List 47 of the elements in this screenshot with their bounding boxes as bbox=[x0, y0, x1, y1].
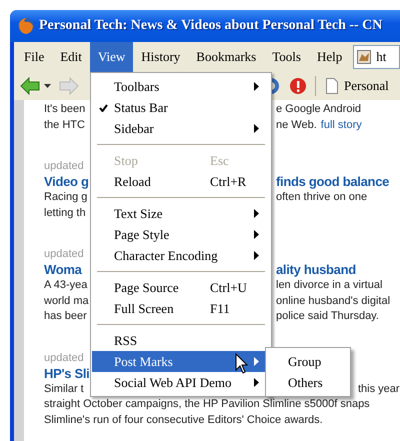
body-text: straight October campaigns, the HP Pavilion Slimline s5000f snaps bbox=[44, 397, 370, 412]
menu-item[interactable]: Text Size bbox=[92, 203, 270, 224]
body-text: world ma bbox=[44, 294, 90, 308]
menu-item[interactable]: RSS bbox=[92, 330, 270, 351]
bookmark-link[interactable]: Personal bbox=[344, 78, 389, 94]
body-text: ne Web. bbox=[276, 118, 317, 132]
timestamp-label: updated bbox=[44, 247, 85, 261]
address-field[interactable]: ht bbox=[353, 45, 400, 69]
headline-link[interactable]: HP's Sli bbox=[44, 364, 90, 382]
menu-item[interactable]: Page Source Ctrl+U bbox=[92, 277, 270, 298]
full-story-link[interactable]: full story bbox=[320, 118, 362, 133]
menu-bar-item[interactable]: Tools bbox=[264, 42, 309, 72]
headline-link[interactable]: Woma bbox=[44, 261, 90, 278]
menu-item[interactable]: Page Style bbox=[92, 224, 270, 245]
menu-item[interactable]: Full Screen F11 bbox=[92, 298, 270, 319]
menu-item[interactable]: Reload Ctrl+R bbox=[92, 171, 270, 192]
body-text: Similar t bbox=[44, 382, 85, 396]
body-text: police said Thursday. bbox=[276, 309, 379, 324]
body-text: Racing g bbox=[44, 190, 88, 205]
headline-link[interactable]: ality husband bbox=[276, 261, 356, 278]
body-text: letting th bbox=[44, 206, 87, 220]
body-text: It's been bbox=[44, 102, 86, 117]
body-text: len divorce in a virtual bbox=[276, 278, 382, 293]
headline-link[interactable]: Video g bbox=[44, 173, 90, 190]
body-text: the HTC bbox=[44, 118, 86, 132]
timestamp-label: updated bbox=[44, 350, 85, 364]
menu-item[interactable]: Status Bar bbox=[92, 97, 270, 118]
menu-item[interactable]: Sidebar bbox=[92, 118, 270, 139]
menu-item[interactable]: Others bbox=[266, 372, 350, 393]
body-text: e Google Android bbox=[276, 102, 362, 117]
menu-item[interactable]: Character Encoding bbox=[92, 245, 270, 266]
menu-bar-item[interactable]: History bbox=[133, 42, 188, 72]
body-text: A 43-yea bbox=[44, 278, 88, 293]
headline-link[interactable]: finds good balance bbox=[276, 173, 390, 190]
timestamp-label: updated bbox=[44, 159, 85, 173]
body-text: this year bbox=[358, 382, 400, 396]
menu-bar-item[interactable]: Edit bbox=[52, 42, 90, 72]
window-title: Personal Tech: News & Videos about Personal Tech -- CN bbox=[39, 18, 382, 34]
menu-bar-item[interactable]: Bookmarks bbox=[188, 42, 264, 72]
body-text: has beer bbox=[44, 309, 88, 324]
menu-bar-item[interactable]: File bbox=[16, 42, 52, 72]
menu-item[interactable]: Toolbars bbox=[92, 76, 270, 97]
body-text: Slimline's run of four consecutive Editors' Choice awards. bbox=[44, 412, 323, 428]
menu-bar-item[interactable]: Help bbox=[308, 42, 350, 72]
body-text: often thrive on one bbox=[276, 190, 368, 205]
menu-bar-item[interactable]: View bbox=[90, 42, 134, 72]
body-text: online husband's digital bbox=[276, 294, 390, 308]
